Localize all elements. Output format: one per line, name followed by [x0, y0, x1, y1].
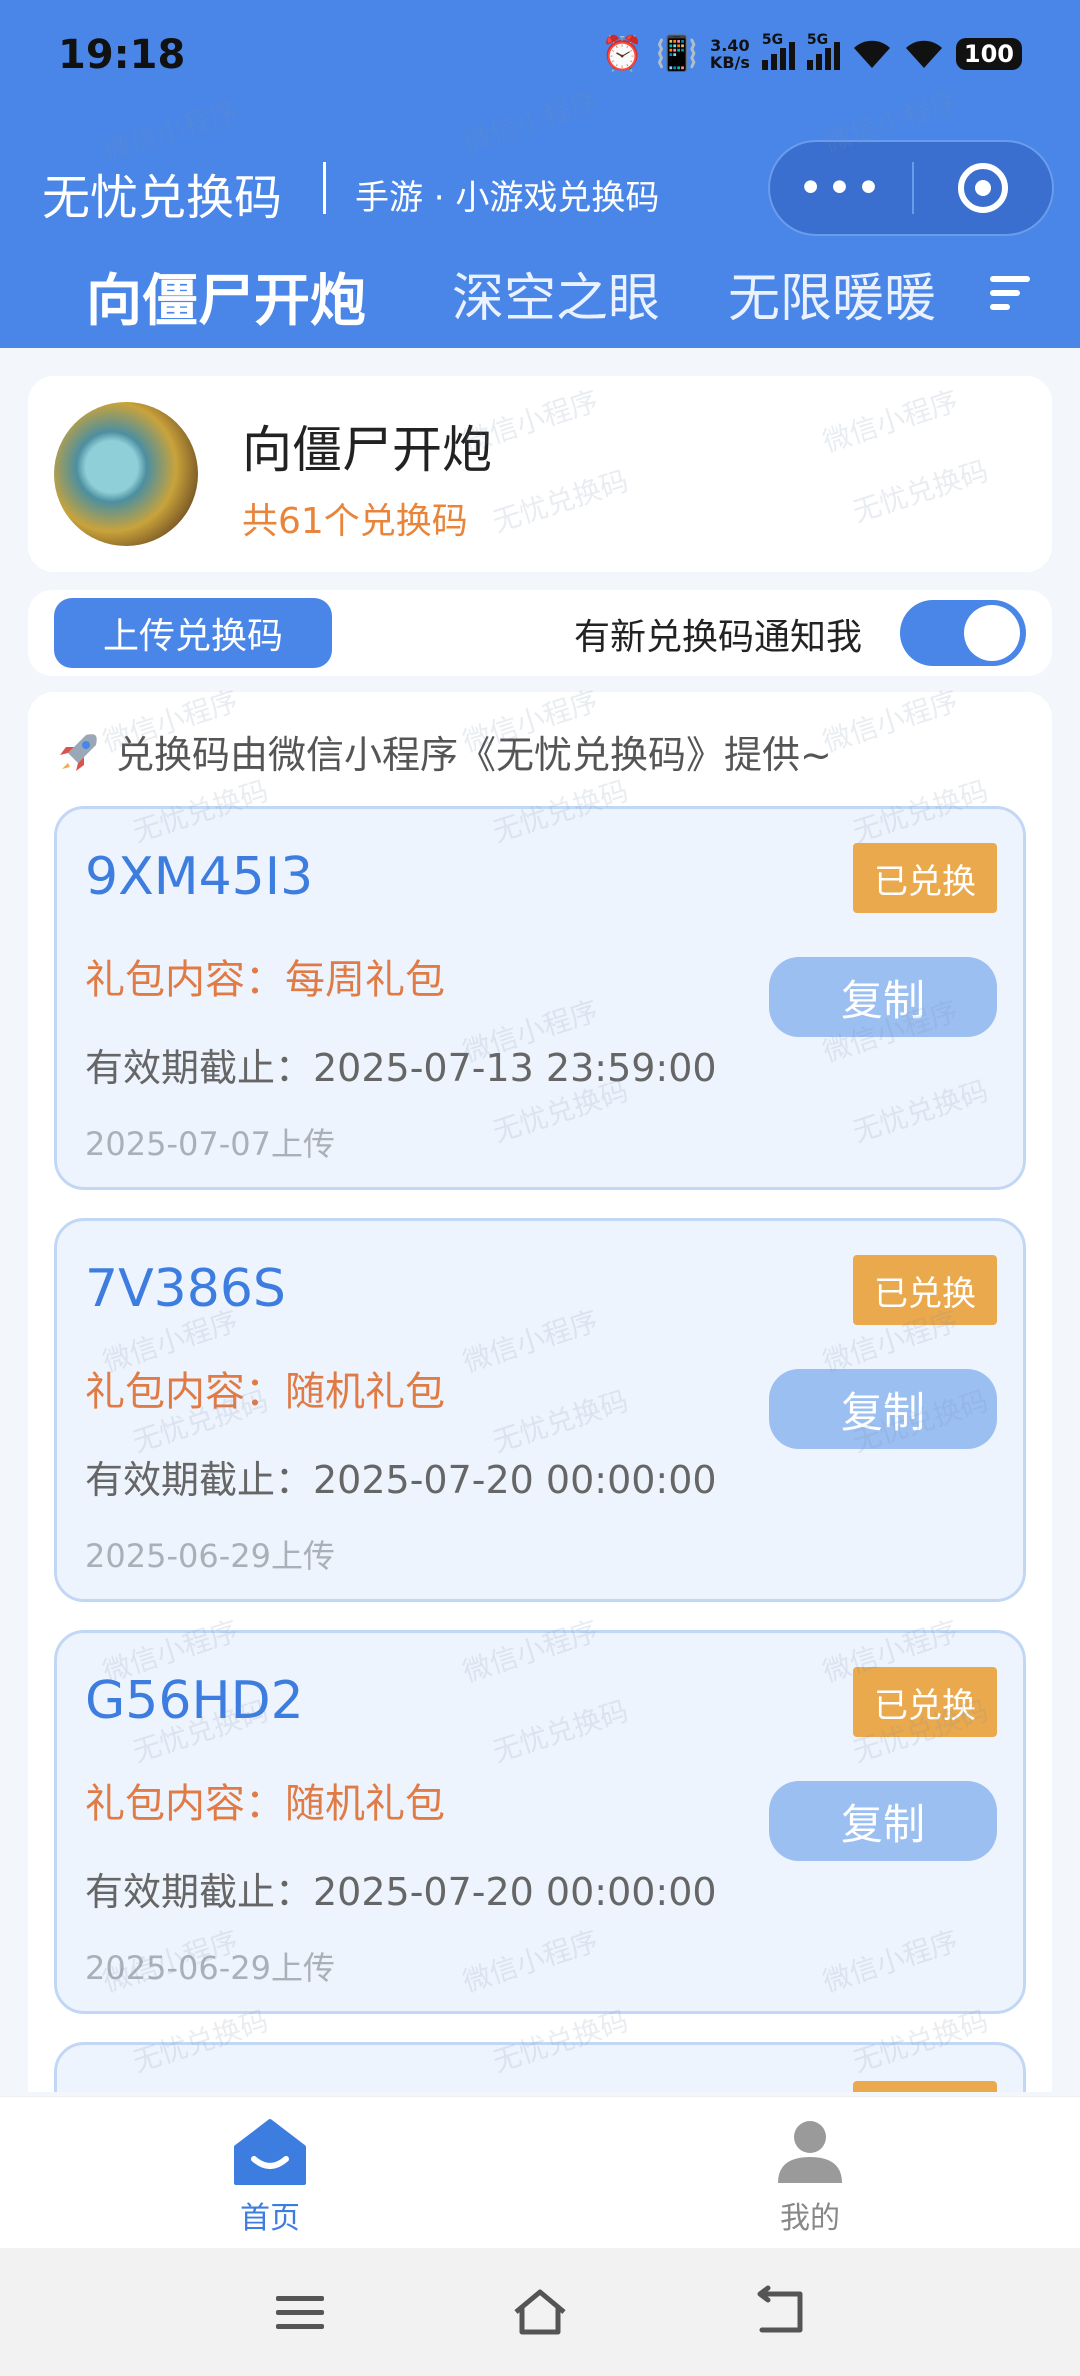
expiry-date: 有效期截止：2025-07-20 00:00:00	[85, 1458, 717, 1502]
tab-game-1[interactable]: 向僵尸开炮	[86, 256, 366, 337]
battery-icon: 100	[955, 38, 1022, 70]
code-card: 7V386S 已兑换 礼包内容：随机礼包 有效期截止：2025-07-20 00…	[54, 1218, 1026, 1602]
wifi-icon	[905, 40, 942, 68]
status-time: 19:18	[58, 32, 186, 78]
gift-content: 礼包内容：每周礼包	[85, 957, 445, 1003]
rocket-icon	[60, 733, 97, 771]
redeem-code[interactable]: 9XM45I3	[85, 847, 313, 907]
notify-label: 有新兑换码通知我	[574, 617, 863, 658]
game-tabs: 向僵尸开炮 深空之眼 无限暖暖	[0, 250, 1080, 340]
nav-home-label: 首页	[240, 2201, 300, 2236]
title-separator	[323, 162, 326, 214]
code-card: G56HD2 已兑换 礼包内容：随机礼包 有效期截止：2025-07-20 00…	[54, 1630, 1026, 2014]
code-list: 兑换码由微信小程序《无忧兑换码》提供~ 9XM45I3 已兑换 礼包内容：每周礼…	[28, 692, 1052, 2092]
net-speed-value: 3.40	[710, 36, 750, 55]
signal-icon: 5G	[761, 32, 795, 70]
redeem-code[interactable]: 7V386S	[85, 1259, 286, 1319]
tab-game-3[interactable]: 无限暖暖	[728, 256, 936, 331]
miniapp-capsule: •••	[768, 140, 1054, 236]
status-badge: 已兑换	[853, 843, 997, 913]
back-icon[interactable]	[750, 2282, 810, 2342]
notice-text: 兑换码由微信小程序《无忧兑换码》提供~	[116, 733, 832, 777]
notify-toggle[interactable]	[900, 600, 1026, 666]
alarm-icon: ⏰	[601, 34, 644, 74]
copy-button[interactable]: 复制	[769, 1781, 997, 1861]
more-dots-icon[interactable]: •••	[770, 163, 912, 214]
game-name: 向僵尸开炮	[242, 421, 492, 479]
net-speed: 3.40 KB/s	[710, 37, 750, 71]
bottom-nav: 首页 我的	[0, 2096, 1080, 2248]
sim1-label: 5G	[761, 32, 784, 48]
expiry-date: 有效期截止：2025-07-20 00:00:00	[85, 1870, 717, 1914]
wifi-icon	[853, 40, 890, 68]
toggle-knob	[964, 605, 1020, 661]
upload-date: 2025-07-07上传	[85, 1125, 335, 1163]
game-avatar	[54, 402, 198, 546]
tab-game-2[interactable]: 深空之眼	[452, 256, 660, 331]
status-badge-partial	[853, 2081, 997, 2092]
status-icons: ⏰ 📳 3.40 KB/s 5G 5G 100	[601, 32, 1022, 74]
status-badge: 已兑换	[853, 1255, 997, 1325]
menu-icon[interactable]	[270, 2282, 330, 2342]
gift-content: 礼包内容：随机礼包	[85, 1369, 445, 1415]
redeem-code[interactable]: G56HD2	[85, 1671, 304, 1731]
app-subtitle: 手游 · 小游戏兑换码	[355, 178, 660, 218]
app-title: 无忧兑换码	[42, 170, 283, 226]
code-card-partial	[54, 2042, 1026, 2092]
game-info-card: 向僵尸开炮 共61个兑换码	[28, 376, 1052, 572]
nav-mine[interactable]: 我的	[710, 2117, 910, 2237]
system-nav-bar	[0, 2248, 1080, 2376]
home-nav-icon[interactable]	[510, 2282, 570, 2342]
title-bar: 无忧兑换码 手游 · 小游戏兑换码 •••	[0, 140, 1080, 240]
sim2-label: 5G	[806, 32, 829, 48]
nav-home[interactable]: 首页	[170, 2117, 370, 2237]
code-count: 共61个兑换码	[242, 501, 468, 542]
expiry-date: 有效期截止：2025-07-13 23:59:00	[85, 1046, 717, 1090]
code-card: 9XM45I3 已兑换 礼包内容：每周礼包 有效期截止：2025-07-13 2…	[54, 806, 1026, 1190]
target-close-icon[interactable]	[914, 163, 1052, 213]
copy-button[interactable]: 复制	[769, 957, 997, 1037]
action-row: 上传兑换码 有新兑换码通知我	[28, 590, 1052, 676]
vibrate-icon: 📳	[655, 34, 698, 74]
status-badge: 已兑换	[853, 1667, 997, 1737]
tab-menu-icon[interactable]	[990, 276, 1030, 318]
status-bar: 19:18 ⏰ 📳 3.40 KB/s 5G 5G 100	[0, 0, 1080, 120]
upload-date: 2025-06-29上传	[85, 1949, 335, 1987]
notice: 兑换码由微信小程序《无忧兑换码》提供~	[56, 724, 832, 779]
net-speed-unit: KB/s	[709, 53, 750, 72]
upload-date: 2025-06-29上传	[85, 1537, 335, 1575]
home-icon	[234, 2119, 306, 2185]
profile-icon	[778, 2121, 842, 2183]
copy-button[interactable]: 复制	[769, 1369, 997, 1449]
signal-icon: 5G	[806, 32, 840, 70]
gift-content: 礼包内容：随机礼包	[85, 1781, 445, 1827]
upload-code-button[interactable]: 上传兑换码	[54, 598, 332, 668]
header: 19:18 ⏰ 📳 3.40 KB/s 5G 5G 100 无忧兑换码 手游 ·…	[0, 0, 1080, 348]
nav-mine-label: 我的	[780, 2201, 840, 2236]
